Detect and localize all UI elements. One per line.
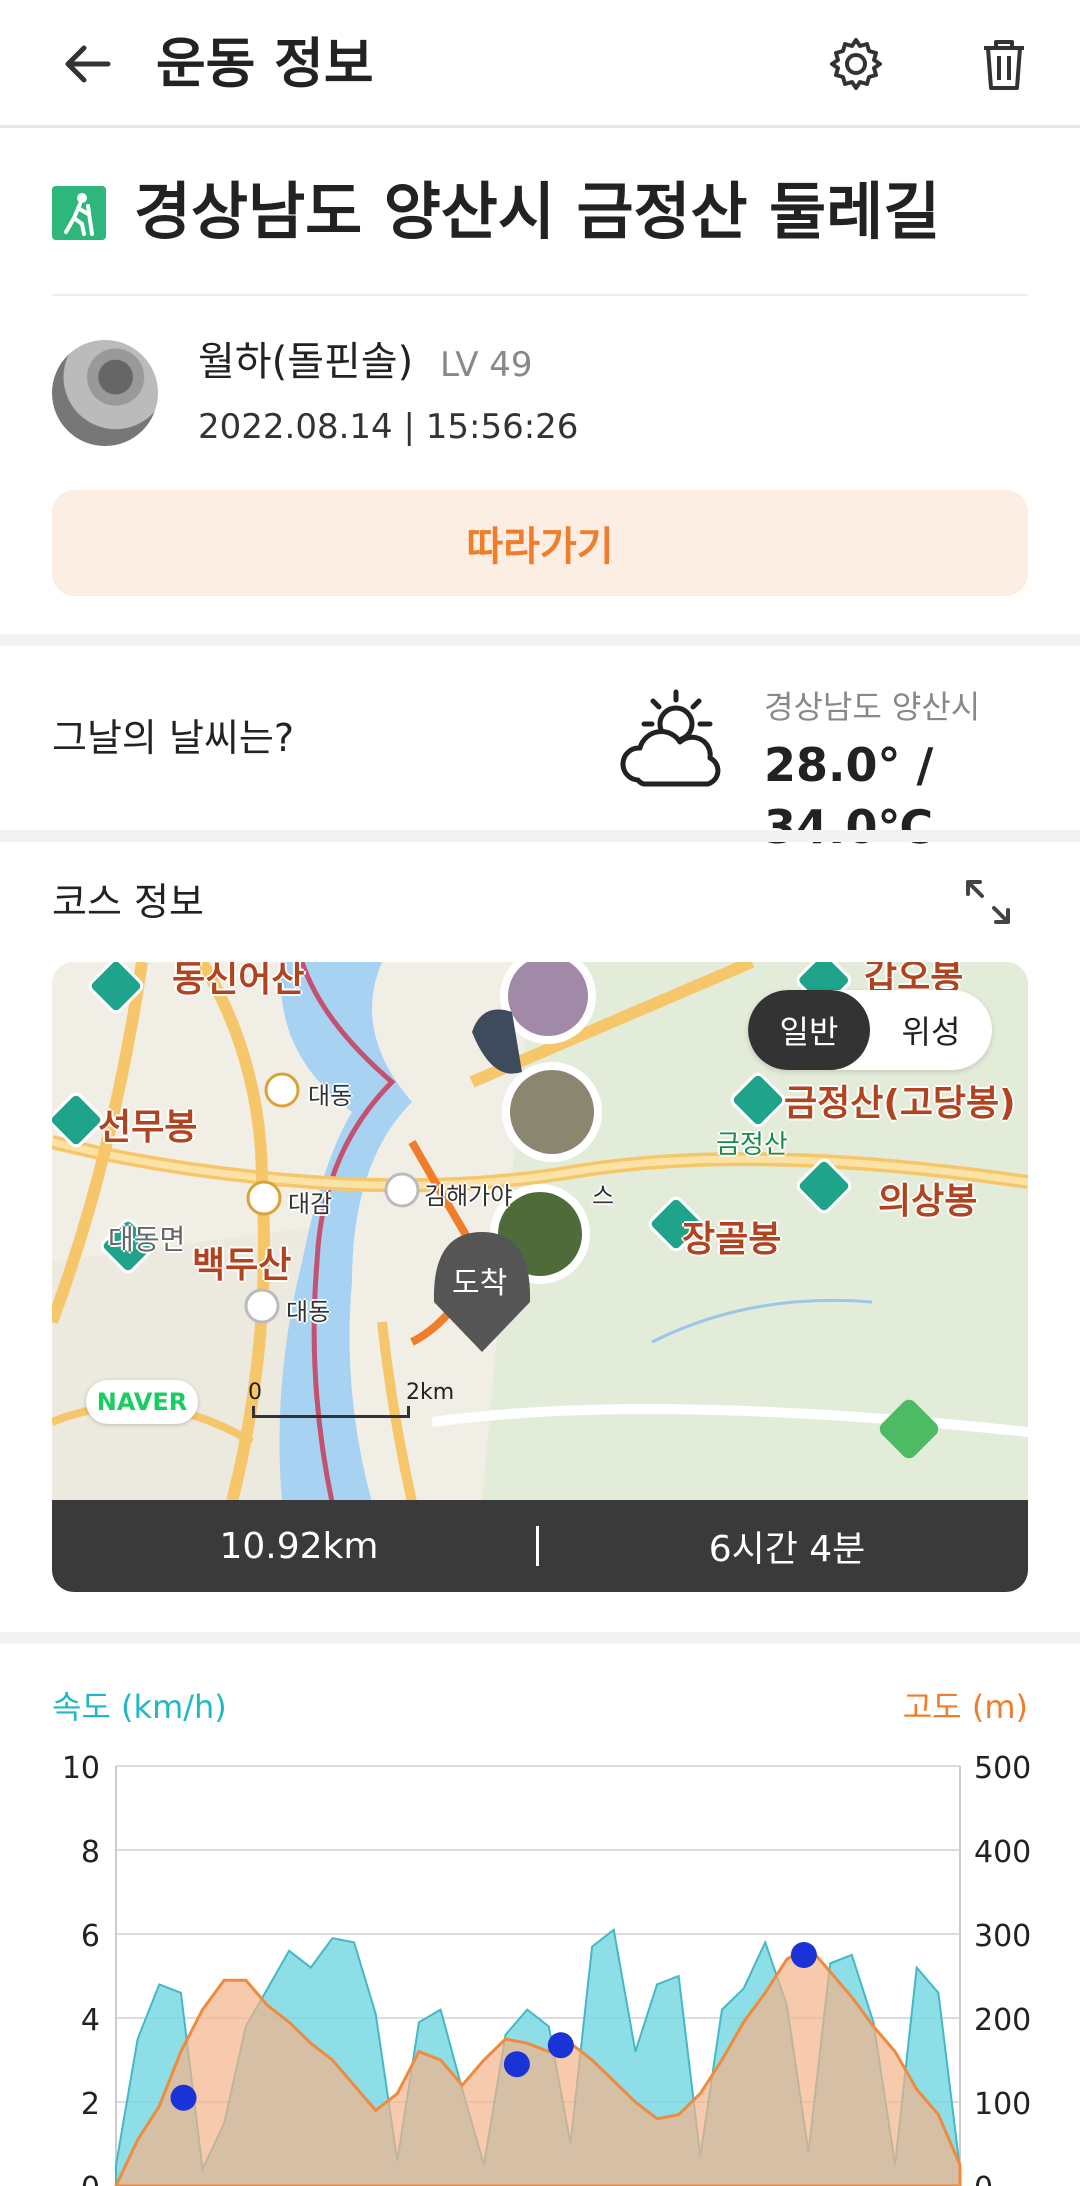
chart-left-tick: 10 bbox=[62, 1751, 100, 1786]
activity-datetime: 2022.08.14 | 15:56:26 bbox=[198, 407, 579, 447]
course-heading: 코스 정보 bbox=[52, 880, 204, 924]
speed-altitude-chart: 10 500 8 400 6 300 4 200 2 100 0 0 bbox=[62, 1751, 1031, 2186]
course-duration: 6시간 4분 bbox=[708, 1529, 866, 1570]
follow-button[interactable]: 따라가기 bbox=[52, 490, 1028, 596]
chart-right-tick: 400 bbox=[974, 1835, 1031, 1870]
map-label-ic: 대동 bbox=[286, 1298, 331, 1326]
photo-marker bbox=[503, 2051, 530, 2078]
map-label-peak: 백두산 bbox=[192, 1245, 292, 1286]
speed-legend: 속도 (km/h) bbox=[52, 1688, 227, 1726]
avatar[interactable] bbox=[52, 340, 158, 446]
stats-divider bbox=[536, 1526, 539, 1566]
expand-icon[interactable] bbox=[962, 876, 1014, 928]
chart-left-tick: 8 bbox=[81, 1835, 100, 1870]
naver-logo: NAVER bbox=[86, 1380, 198, 1424]
chart-right-tick: 200 bbox=[974, 2003, 1031, 2038]
arrival-marker[interactable]: 도착 bbox=[452, 1258, 507, 1302]
user-name[interactable]: 월하(돌핀솔) bbox=[198, 334, 413, 390]
map-label-mountain: 금정산 bbox=[716, 1130, 788, 1160]
map-type-normal[interactable]: 일반 bbox=[748, 990, 870, 1070]
map-label-ic: 스 bbox=[592, 1182, 615, 1210]
chart-left-tick: 2 bbox=[81, 2087, 100, 2122]
course-distance: 10.92km bbox=[219, 1525, 379, 1567]
map-label-peak: 의상봉 bbox=[878, 1181, 978, 1222]
section-separator bbox=[0, 830, 1080, 842]
user-level: LV 49 bbox=[440, 345, 533, 385]
chart-left-tick: 4 bbox=[81, 2003, 100, 2038]
partly-cloudy-icon bbox=[620, 689, 721, 787]
section-separator bbox=[0, 634, 1080, 646]
chart-right-tick: 100 bbox=[974, 2087, 1031, 2122]
photo-marker bbox=[170, 2084, 197, 2111]
altitude-area bbox=[114, 1944, 962, 2186]
route-title: 경상남도 양산시 금정산 둘레길 bbox=[52, 170, 1032, 260]
chart-left-tick: 6 bbox=[81, 1919, 100, 1954]
app-bar: 운동 정보 bbox=[0, 0, 1080, 128]
map-label-jc: 대동 bbox=[308, 1082, 353, 1110]
hiking-icon bbox=[52, 186, 106, 240]
weather-question: 그날의 날씨는? bbox=[52, 716, 295, 760]
divider bbox=[52, 294, 1028, 296]
gear-icon[interactable] bbox=[826, 34, 886, 94]
map-label-ic: 김해가야 bbox=[424, 1182, 513, 1210]
map-label-jc: 대감 bbox=[288, 1190, 333, 1218]
section-separator bbox=[0, 1632, 1080, 1644]
map-scale-start: 0 bbox=[248, 1380, 262, 1405]
photo-marker bbox=[547, 2032, 574, 2059]
course-map[interactable]: 동신어산 갑오봉 금정산(고당봉) 금정산 선무봉 의상봉 장골봉 백두산 대동… bbox=[52, 962, 1028, 1502]
arrow-left-icon[interactable] bbox=[58, 34, 118, 94]
weather-location: 경상남도 양산시 bbox=[764, 688, 981, 726]
map-label-peak: 선무봉 bbox=[98, 1107, 198, 1148]
chart-right-tick: 0 bbox=[974, 2171, 993, 2186]
chart-left-tick: 0 bbox=[81, 2171, 100, 2186]
map-label-area: 대동면 bbox=[108, 1223, 186, 1256]
map-label-peak: 동신어산 bbox=[172, 962, 305, 1000]
map-scale-end: 2km bbox=[406, 1380, 455, 1405]
map-label-peak: 장골봉 bbox=[682, 1219, 782, 1260]
trash-icon[interactable] bbox=[974, 34, 1034, 94]
page-title: 운동 정보 bbox=[156, 32, 374, 95]
map-scale-bar bbox=[252, 1406, 410, 1418]
route-name: 경상남도 양산시 금정산 둘레길 bbox=[134, 175, 941, 248]
chart-right-tick: 500 bbox=[974, 1751, 1031, 1786]
photo-marker bbox=[790, 1942, 817, 1968]
chart-right-tick: 300 bbox=[974, 1919, 1031, 1954]
map-type-toggle[interactable]: 일반 위성 bbox=[748, 990, 992, 1070]
map-type-satellite[interactable]: 위성 bbox=[870, 990, 992, 1070]
course-stats-bar: 10.92km 6시간 4분 bbox=[52, 1500, 1028, 1592]
map-label-peak: 금정산(고당봉) bbox=[784, 1083, 1016, 1124]
altitude-legend: 고도 (m) bbox=[902, 1688, 1028, 1726]
